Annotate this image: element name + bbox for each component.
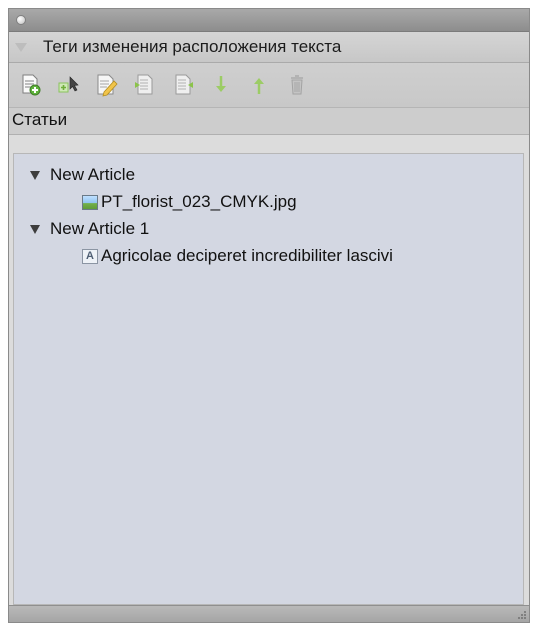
expanded-triangle-icon[interactable]: [30, 224, 40, 234]
text-story-icon: A: [82, 248, 98, 264]
add-to-article-button[interactable]: [56, 72, 82, 98]
collapse-triangle-icon[interactable]: [15, 42, 27, 52]
move-up-icon: [254, 78, 264, 94]
tree-item-new-article[interactable]: New Article: [30, 162, 135, 188]
panel-close-button[interactable]: [16, 15, 26, 25]
tree-item-image-file[interactable]: PT_florist_023_CMYK.jpg: [82, 189, 297, 215]
panel-header[interactable]: Теги изменения расположения текста: [9, 32, 529, 63]
tree-item-text-story[interactable]: A Agricolae deciperet incredibiliter las…: [82, 243, 393, 269]
move-down-icon: [216, 76, 226, 92]
trash-icon: [291, 75, 303, 95]
new-article-button[interactable]: [18, 72, 44, 98]
tree-item-label: PT_florist_023_CMYK.jpg: [101, 192, 297, 211]
panel-title-bar[interactable]: [9, 9, 529, 32]
edit-article-icon: [97, 74, 118, 97]
panel-title: Теги изменения расположения текста: [43, 37, 342, 56]
articles-section-label: Статьи: [9, 108, 529, 135]
add-to-article-icon: [58, 76, 79, 93]
move-into-article-icon: [135, 74, 153, 95]
move-out-of-article-button[interactable]: [170, 72, 196, 98]
image-file-icon: [82, 194, 98, 210]
panel-bottom-bar: [9, 605, 529, 622]
edit-article-button[interactable]: [94, 72, 120, 98]
delete-button[interactable]: [284, 72, 310, 98]
new-article-icon: [22, 74, 41, 96]
resize-grip-icon[interactable]: [517, 610, 527, 620]
tree-item-label: New Article 1: [50, 219, 150, 238]
move-out-of-article-icon: [175, 74, 193, 95]
tree-item-label: Agricolae deciperet incredibiliter lasci…: [101, 246, 393, 265]
articles-tree[interactable]: New Article PT_florist_023_CMYK.jpg New …: [13, 153, 524, 605]
tree-item-label: New Article: [50, 165, 136, 184]
panel-toolbar: [9, 63, 529, 108]
move-down-button[interactable]: [208, 72, 234, 98]
tree-item-new-article-1[interactable]: New Article 1: [30, 216, 149, 242]
expanded-triangle-icon[interactable]: [30, 170, 40, 180]
move-up-button[interactable]: [246, 72, 272, 98]
articles-panel: Теги изменения расположения текста Стать…: [8, 8, 530, 623]
move-into-article-button[interactable]: [132, 72, 158, 98]
